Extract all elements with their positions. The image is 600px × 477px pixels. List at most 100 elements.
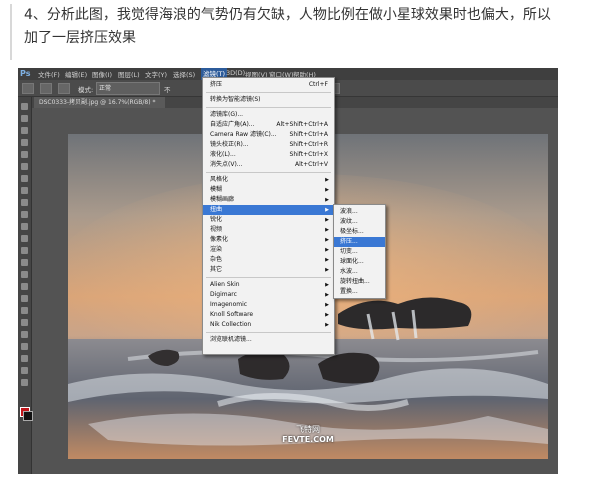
filter-menu-item[interactable]: Camera Raw 滤镜(C)... Shift+Ctrl+A: [203, 130, 334, 140]
menu-item-label: 杂色: [210, 256, 223, 263]
tool-icon[interactable]: [21, 187, 28, 194]
tool-icon[interactable]: [21, 247, 28, 254]
menu-item-label: 模糊: [210, 186, 223, 193]
tool-icon[interactable]: [21, 331, 28, 338]
document-tab[interactable]: DSC0333-拷贝副.jpg @ 16.7%(RGB/8) *: [34, 97, 165, 108]
tool-icon[interactable]: [21, 211, 28, 218]
submenu-arrow-icon: ▶: [325, 302, 329, 308]
tool-icon[interactable]: [21, 151, 28, 158]
caption-line-1: 4、分析此图，我觉得海浪的气势仍有欠缺，人物比例在做小星球效果时也偏大，所以: [24, 7, 551, 23]
filter-menu-item[interactable]: 像素化 ▶: [203, 235, 334, 245]
filter-menu-item[interactable]: Knoll Software ▶: [203, 310, 334, 320]
menubar-item[interactable]: 编辑(E): [65, 69, 87, 79]
filter-menu-item[interactable]: 滤镜库(G)...: [203, 110, 334, 120]
distort-submenu-item[interactable]: 极坐标...: [334, 227, 385, 237]
filter-menu-item[interactable]: 其它 ▶: [203, 265, 334, 275]
brush-panel-icon[interactable]: [58, 83, 70, 94]
filter-menu-item[interactable]: 杂色 ▶: [203, 255, 334, 265]
menubar-item[interactable]: 选择(S): [173, 69, 195, 79]
tool-icon[interactable]: [21, 367, 28, 374]
filter-menu-item[interactable]: Nik Collection ▶: [203, 320, 334, 330]
filter-menu-item[interactable]: Alien Skin ▶: [203, 280, 334, 290]
menubar-item[interactable]: 图像(I): [92, 69, 112, 79]
filter-menu-item[interactable]: 模糊画廊 ▶: [203, 195, 334, 205]
menu-item-label: 像素化: [210, 236, 229, 243]
submenu-item-label: 波纹...: [340, 218, 358, 225]
tool-icon[interactable]: [21, 175, 28, 182]
distort-submenu-item[interactable]: 球面化...: [334, 257, 385, 267]
menu-item-shortcut: Shift+Ctrl+R: [289, 141, 328, 148]
filter-menu-item[interactable]: 扭曲 ▶: [203, 205, 334, 215]
menu-item-shortcut: Ctrl+F: [308, 81, 328, 88]
filter-menu-item[interactable]: 模糊 ▶: [203, 185, 334, 195]
photoshop-window: Ps 文件(F) 编辑(E) 图像(I) 图层(L) 文字(Y) 选择(S) 滤镜(T) 3D…: [18, 68, 558, 474]
submenu-arrow-icon: ▶: [325, 207, 329, 213]
photoshop-logo: Ps: [20, 69, 31, 78]
mode-label: 模式:: [78, 86, 94, 94]
menu-separator: [206, 172, 331, 173]
filter-menu-item[interactable]: 渲染 ▶: [203, 245, 334, 255]
tool-icon[interactable]: [21, 139, 28, 146]
tool-icon[interactable]: [21, 283, 28, 290]
filter-menu-item[interactable]: 液化(L)... Shift+Ctrl+X: [203, 150, 334, 160]
filter-menu-item[interactable]: 自适应广角(A)... Alt+Shift+Ctrl+A: [203, 120, 334, 130]
tool-icon[interactable]: [21, 235, 28, 242]
menu-item-shortcut: Shift+Ctrl+A: [289, 131, 328, 138]
menu-item-label: 其它: [210, 266, 223, 273]
tool-icon[interactable]: [21, 223, 28, 230]
filter-menu-item[interactable]: 风格化 ▶: [203, 175, 334, 185]
submenu-arrow-icon: ▶: [325, 217, 329, 223]
tool-icon[interactable]: [21, 355, 28, 362]
distort-submenu-item[interactable]: 旋转扭曲...: [334, 277, 385, 287]
distort-submenu-item[interactable]: 挤压...: [334, 237, 385, 247]
filter-menu-item[interactable]: 锐化 ▶: [203, 215, 334, 225]
filter-menu-item[interactable]: 镜头校正(R)... Shift+Ctrl+R: [203, 140, 334, 150]
submenu-item-label: 旋转扭曲...: [340, 278, 370, 285]
tool-icon[interactable]: [21, 307, 28, 314]
tool-icon[interactable]: [21, 379, 28, 386]
distort-submenu-item[interactable]: 水波...: [334, 267, 385, 277]
submenu-item-label: 极坐标...: [340, 228, 364, 235]
tool-icon[interactable]: [21, 343, 28, 350]
menu-item-label: Imagenomic: [210, 301, 248, 308]
menu-item-label: 液化(L)...: [210, 151, 236, 158]
menu-item-label: 风格化: [210, 176, 229, 183]
submenu-item-label: 切变...: [340, 248, 358, 255]
tool-icon[interactable]: [21, 163, 28, 170]
background-color-swatch[interactable]: [23, 411, 33, 421]
menubar-item[interactable]: 文字(Y): [145, 69, 167, 79]
tool-icon[interactable]: [21, 271, 28, 278]
distort-submenu-item[interactable]: 波浪...: [334, 207, 385, 217]
menu-item-shortcut: Shift+Ctrl+X: [289, 151, 328, 158]
tool-icon[interactable]: [21, 115, 28, 122]
submenu-arrow-icon: ▶: [325, 227, 329, 233]
tool-icon[interactable]: [21, 295, 28, 302]
brush-tool-icon[interactable]: [22, 83, 34, 94]
filter-menu-item[interactable]: 浏览联机滤镜...: [203, 335, 334, 345]
filter-menu-item[interactable]: 挤压 Ctrl+F: [203, 80, 334, 90]
menubar-item[interactable]: 图层(L): [118, 69, 140, 79]
filter-menu-item[interactable]: Digimarc ▶: [203, 290, 334, 300]
filter-menu-item[interactable]: 转换为智能滤镜(S): [203, 95, 334, 105]
tool-icon[interactable]: [21, 199, 28, 206]
tool-icon[interactable]: [21, 319, 28, 326]
menu-item-label: Camera Raw 滤镜(C)...: [210, 131, 277, 138]
menubar-item[interactable]: 3D(D): [226, 69, 245, 77]
menu-item-label: Knoll Software: [210, 311, 254, 318]
filter-menu-item[interactable]: 视频 ▶: [203, 225, 334, 235]
tool-icon[interactable]: [21, 103, 28, 110]
menu-item-label: 模糊画廊: [210, 196, 235, 203]
filter-menu-item[interactable]: 消失点(V)... Alt+Ctrl+V: [203, 160, 334, 170]
filter-menu-item[interactable]: Imagenomic ▶: [203, 300, 334, 310]
mode-select[interactable]: 正常: [96, 82, 160, 95]
menu-item-label: 消失点(V)...: [210, 161, 243, 168]
tool-icon[interactable]: [21, 259, 28, 266]
menu-item-label: 镜头校正(R)...: [210, 141, 249, 148]
distort-submenu-item[interactable]: 波纹...: [334, 217, 385, 227]
menubar-item[interactable]: 文件(F): [38, 69, 60, 79]
brush-preset-icon[interactable]: [40, 83, 52, 94]
distort-submenu-item[interactable]: 切变...: [334, 247, 385, 257]
distort-submenu-item[interactable]: 置换...: [334, 287, 385, 297]
tool-icon[interactable]: [21, 127, 28, 134]
submenu-arrow-icon: ▶: [325, 187, 329, 193]
